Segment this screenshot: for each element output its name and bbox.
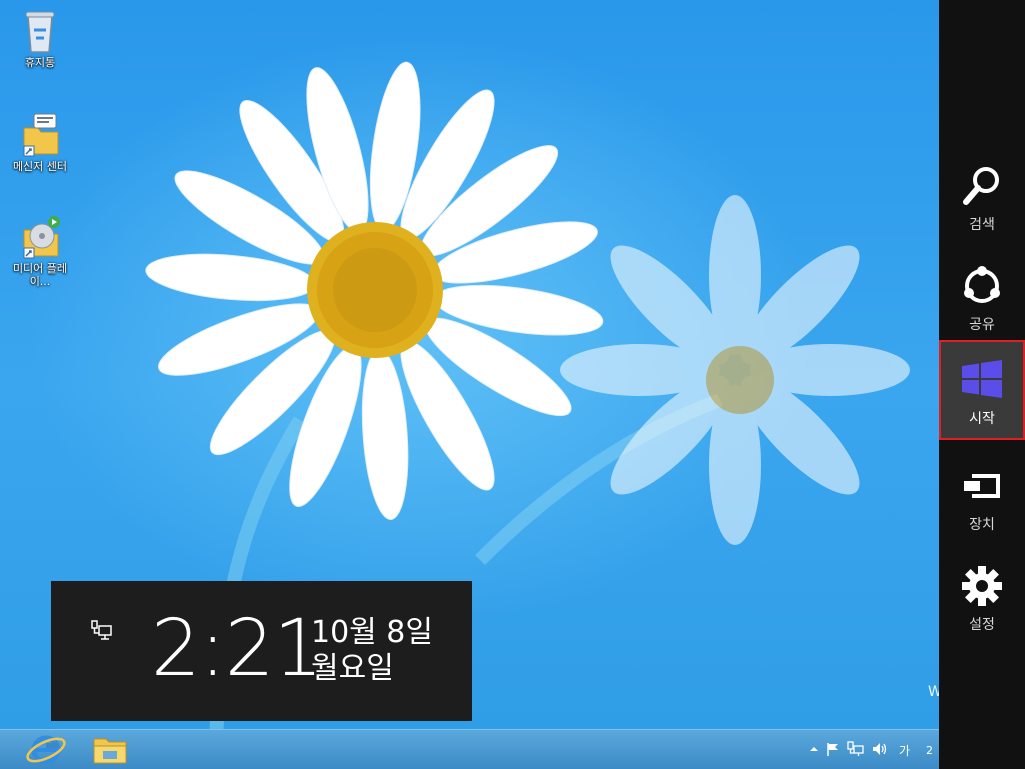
volume-icon[interactable] bbox=[871, 741, 889, 760]
internet-explorer-icon bbox=[18, 735, 74, 769]
clock-weekday: 월요일 bbox=[311, 651, 394, 686]
share-icon bbox=[960, 264, 1004, 308]
charm-settings[interactable]: 설정 bbox=[939, 548, 1025, 644]
clock-overlay-panel: 2:21 10월 8일 월요일 bbox=[51, 581, 472, 721]
charm-devices[interactable]: 장치 bbox=[939, 448, 1025, 544]
network-icon[interactable] bbox=[847, 740, 865, 760]
network-icon bbox=[89, 619, 115, 641]
desktop-icon-label: 메신저 센터 bbox=[12, 160, 68, 173]
search-icon bbox=[960, 164, 1004, 208]
desktop-icon-messenger-center[interactable]: 메신저 센터 bbox=[5, 112, 75, 173]
taskbar-internet-explorer-button[interactable] bbox=[18, 733, 74, 767]
clock-time: 2:21 bbox=[151, 604, 323, 694]
charm-label: 공유 bbox=[969, 317, 995, 333]
input-language-indicator[interactable]: 가 bbox=[899, 742, 910, 759]
desktop-icon-media-player[interactable]: 미디어 플레이... bbox=[5, 214, 75, 288]
desktop-icon-recycle-bin[interactable]: 휴지통 bbox=[5, 8, 75, 69]
action-center-flag-icon[interactable] bbox=[825, 741, 841, 760]
charms-bar: 검색 공유 시작 장치 설정 bbox=[939, 0, 1025, 769]
charm-start[interactable]: 시작 bbox=[939, 340, 1025, 440]
desktop-screen: 휴지통 메신저 센터 미디어 플레이... 2:21 10월 8일 월요일 W … bbox=[0, 0, 1025, 769]
taskbar: 가 2 bbox=[0, 729, 939, 769]
media-player-icon bbox=[16, 214, 64, 260]
desktop-icon-label: 휴지통 bbox=[24, 56, 56, 69]
clock-date: 10월 8일 bbox=[311, 615, 433, 650]
charm-label: 장치 bbox=[969, 517, 995, 533]
taskbar-file-explorer-button[interactable] bbox=[82, 733, 138, 767]
desktop-icon-label: 미디어 플레이... bbox=[12, 262, 68, 288]
messenger-center-icon bbox=[16, 112, 64, 158]
charm-share[interactable]: 공유 bbox=[939, 248, 1025, 344]
windows-start-icon bbox=[960, 358, 1004, 402]
system-tray: 가 2 bbox=[809, 730, 939, 769]
recycle-bin-icon bbox=[16, 8, 64, 54]
charm-label: 설정 bbox=[969, 617, 995, 633]
taskbar-clock[interactable]: 2 bbox=[926, 744, 933, 757]
file-explorer-icon bbox=[82, 738, 138, 769]
devices-icon bbox=[960, 464, 1004, 508]
charm-label: 검색 bbox=[969, 217, 995, 233]
charm-label: 시작 bbox=[969, 411, 995, 427]
settings-gear-icon bbox=[960, 564, 1004, 608]
charm-search[interactable]: 검색 bbox=[939, 148, 1025, 244]
chevron-up-icon[interactable] bbox=[809, 744, 819, 757]
